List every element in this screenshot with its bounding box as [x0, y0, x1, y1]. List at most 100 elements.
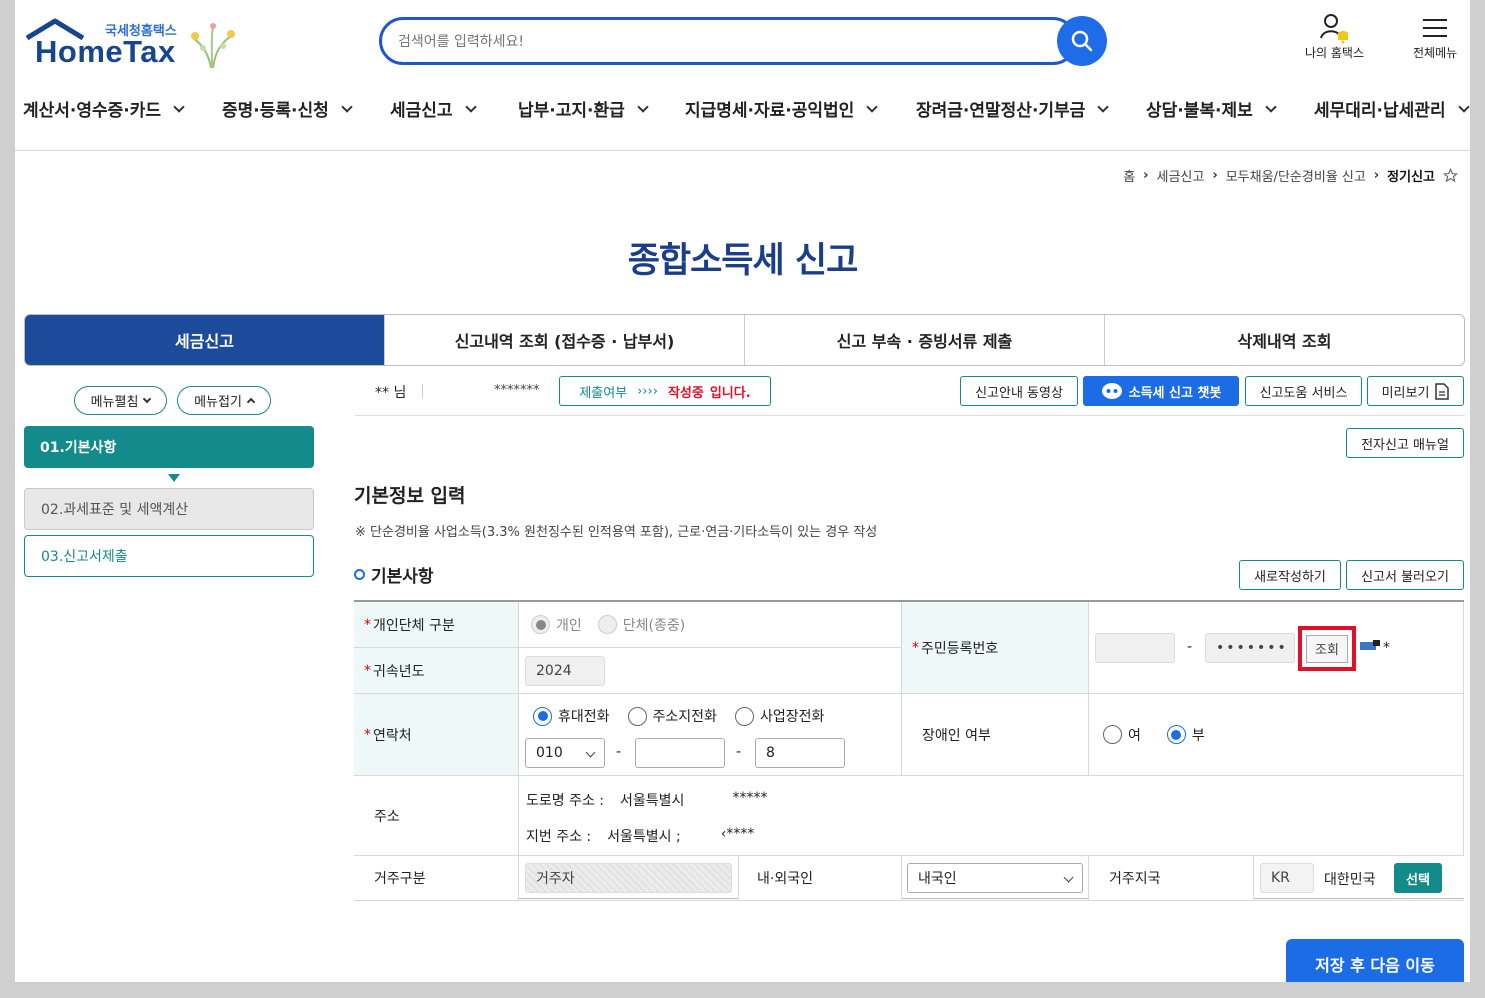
gnb-item[interactable]: 세무대리·납세관리	[1314, 96, 1470, 121]
section-note: ※ 단순경비율 사업소득(3.3% 원천징수된 인적용역 포함), 근로·연금·…	[355, 525, 878, 540]
country-code-field: KR	[1260, 863, 1314, 893]
gnb-item[interactable]: 증명·등록·신청	[222, 96, 353, 121]
tab-tax-filing[interactable]: 세금신고	[25, 315, 384, 365]
breadcrumb-current: 정기신고	[1387, 170, 1435, 185]
step-arrow-icon	[168, 474, 180, 482]
gnb-item[interactable]: 납부·고지·환급	[518, 96, 649, 121]
nation-select[interactable]: 내국인	[907, 863, 1083, 893]
residence-label-cell: 거주구분	[354, 856, 519, 901]
radio-label: 단체(종중)	[622, 617, 686, 634]
help-service-button[interactable]: 신고도움 서비스	[1245, 376, 1362, 406]
chevron-down-icon	[341, 100, 353, 113]
rrn-value-cell: - ••••••• 조회 *	[1089, 602, 1464, 694]
all-menu-button[interactable]: 전체메뉴	[1413, 12, 1457, 61]
status-bar: ** 님 ******* 제출여부 ›››› 작성중 입니다. 신고안내 동영상…	[355, 376, 1465, 416]
radio-label: 개인	[556, 617, 582, 634]
chatbot-button[interactable]: 소득세 신고 챗봇	[1083, 376, 1239, 406]
radio-disabled-no[interactable]: 부	[1166, 725, 1205, 745]
step-basic-info[interactable]: 01.기본사항	[24, 426, 314, 468]
disabled-value-cell: 여 부	[1089, 694, 1464, 776]
radio-group[interactable]: 단체(종중)	[597, 615, 686, 635]
rrn-back-field[interactable]: •••••••	[1205, 633, 1295, 663]
jibun-address: 지번 주소 : 서울특별시 ; ‹****	[526, 826, 754, 846]
chevron-down-icon	[866, 100, 878, 113]
disabled-label: 장애인 여부	[922, 727, 991, 744]
radio-label: 휴대전화	[558, 709, 610, 725]
breadcrumb: 홈 › 세금신고 › 모두채움/단순경비율 신고 › 정기신고	[1123, 166, 1470, 185]
country-label-cell: 거주지국	[1089, 856, 1254, 901]
new-write-button[interactable]: 새로작성하기	[1239, 560, 1341, 590]
arrows-icon: ››››	[637, 383, 658, 399]
gnb-label: 장려금·연말정산·기부금	[916, 101, 1086, 121]
gnb-item[interactable]: 상담·불복·제보	[1146, 96, 1277, 121]
keyboard-security-icon[interactable]	[1359, 640, 1381, 652]
breadcrumb-separator: ›	[1143, 168, 1149, 183]
country-select-button[interactable]: 선택	[1394, 863, 1442, 893]
phone-middle-field[interactable]	[635, 738, 725, 768]
phone-prefix-select[interactable]: 010	[525, 738, 605, 768]
status-suffix: 입니다.	[709, 385, 751, 401]
e-filing-manual-label: 전자신고 매뉴얼	[1361, 437, 1449, 453]
year-label-cell: * 귀속년도	[354, 648, 519, 694]
menu-collapse-button[interactable]: 메뉴접기	[177, 386, 271, 415]
search-input[interactable]	[398, 28, 1038, 56]
breadcrumb-item[interactable]: 모두채움/단순경비율 신고	[1226, 166, 1366, 185]
radio-label: 사업장전화	[759, 709, 825, 725]
nation-value: 내국인	[918, 871, 957, 887]
guide-video-button[interactable]: 신고안내 동영상	[960, 376, 1078, 406]
divider	[422, 384, 423, 398]
chevron-down-icon	[1097, 100, 1109, 113]
residence-field: 거주자	[525, 863, 732, 893]
lookup-button[interactable]: 조회	[1306, 634, 1348, 663]
gnb-label: 세무대리·납세관리	[1314, 101, 1446, 121]
radio-home-phone[interactable]: 주소지전화	[627, 706, 717, 726]
radio-label: 여	[1128, 727, 1141, 744]
address-value-cell: 도로명 주소 : 서울특별시 ***** 지번 주소 : 서울특별시 ; ‹**…	[519, 776, 1464, 856]
radio-disabled-yes[interactable]: 여	[1103, 725, 1141, 745]
type-label-cell: * 개인단체 구분	[354, 602, 519, 648]
type-value-cell: 개인 단체(종중)	[519, 602, 902, 648]
star-icon[interactable]	[1443, 168, 1458, 183]
save-next-button[interactable]: 저장 후 다음 이동	[1286, 939, 1464, 982]
preview-button[interactable]: 미리보기	[1367, 376, 1464, 406]
gnb-item[interactable]: 세금신고	[390, 96, 477, 121]
basic-info-table: * 개인단체 구분 개인 단체(종중) * 귀속년도 2024 * 주민등록번호 - …	[354, 600, 1464, 901]
required-mark: *	[912, 639, 919, 656]
radio-label: 부	[1191, 727, 1205, 744]
step-tax-calc[interactable]: 02.과세표준 및 세액계산	[24, 488, 314, 530]
hamburger-icon	[1423, 19, 1448, 37]
breadcrumb-home[interactable]: 홈	[1123, 166, 1135, 185]
tab-attachments[interactable]: 신고 부속 · 증빙서류 제출	[744, 315, 1104, 365]
radio-mobile[interactable]: 휴대전화	[533, 706, 610, 726]
gnb-label: 지급명세·자료·공익법인	[685, 101, 855, 121]
required-mark: *	[364, 662, 371, 679]
road-address: 도로명 주소 : 서울특별시 *****	[526, 790, 767, 810]
hometax-logo[interactable]: 국세청홈택스 HomeTax	[23, 14, 238, 72]
required-star: *	[1383, 640, 1390, 656]
gnb-item[interactable]: 장려금·연말정산·기부금	[916, 96, 1109, 121]
phone-last-field[interactable]: 8	[755, 738, 845, 768]
load-return-button[interactable]: 신고서 불러오기	[1346, 560, 1464, 590]
road-address-label: 도로명 주소 :	[526, 793, 605, 809]
section-title: 기본정보 입력	[354, 485, 466, 507]
search-button[interactable]	[1057, 16, 1107, 66]
submit-status: 제출여부 ›››› 작성중 입니다.	[559, 376, 771, 406]
chatbot-icon	[1101, 383, 1122, 399]
status-badge: 작성중	[667, 385, 704, 401]
e-filing-manual-button[interactable]: 전자신고 매뉴얼	[1346, 428, 1464, 458]
radio-individual[interactable]: 개인	[531, 615, 582, 635]
tab-deleted-history[interactable]: 삭제내역 조회	[1104, 315, 1464, 365]
menu-expand-button[interactable]: 메뉴펼침	[74, 386, 167, 415]
rrn-front-field[interactable]	[1095, 633, 1175, 663]
gnb-item[interactable]: 계산서·영수증·카드	[23, 96, 185, 121]
step-submit[interactable]: 03.신고서제출	[24, 535, 314, 577]
gnb-label: 상담·불복·제보	[1146, 101, 1253, 121]
radio-business-phone[interactable]: 사업장전화	[734, 706, 825, 726]
tab-filing-history[interactable]: 신고내역 조회 (접수증 · 납부서)	[384, 315, 744, 365]
gnb-item[interactable]: 지급명세·자료·공익법인	[685, 96, 878, 121]
my-hometax-button[interactable]: 나의 홈택스	[1305, 12, 1364, 61]
address-label: 주소	[374, 808, 400, 825]
search-bar	[379, 16, 1107, 66]
submit-status-label: 제출여부	[579, 385, 628, 401]
breadcrumb-item[interactable]: 세금신고	[1157, 166, 1205, 185]
